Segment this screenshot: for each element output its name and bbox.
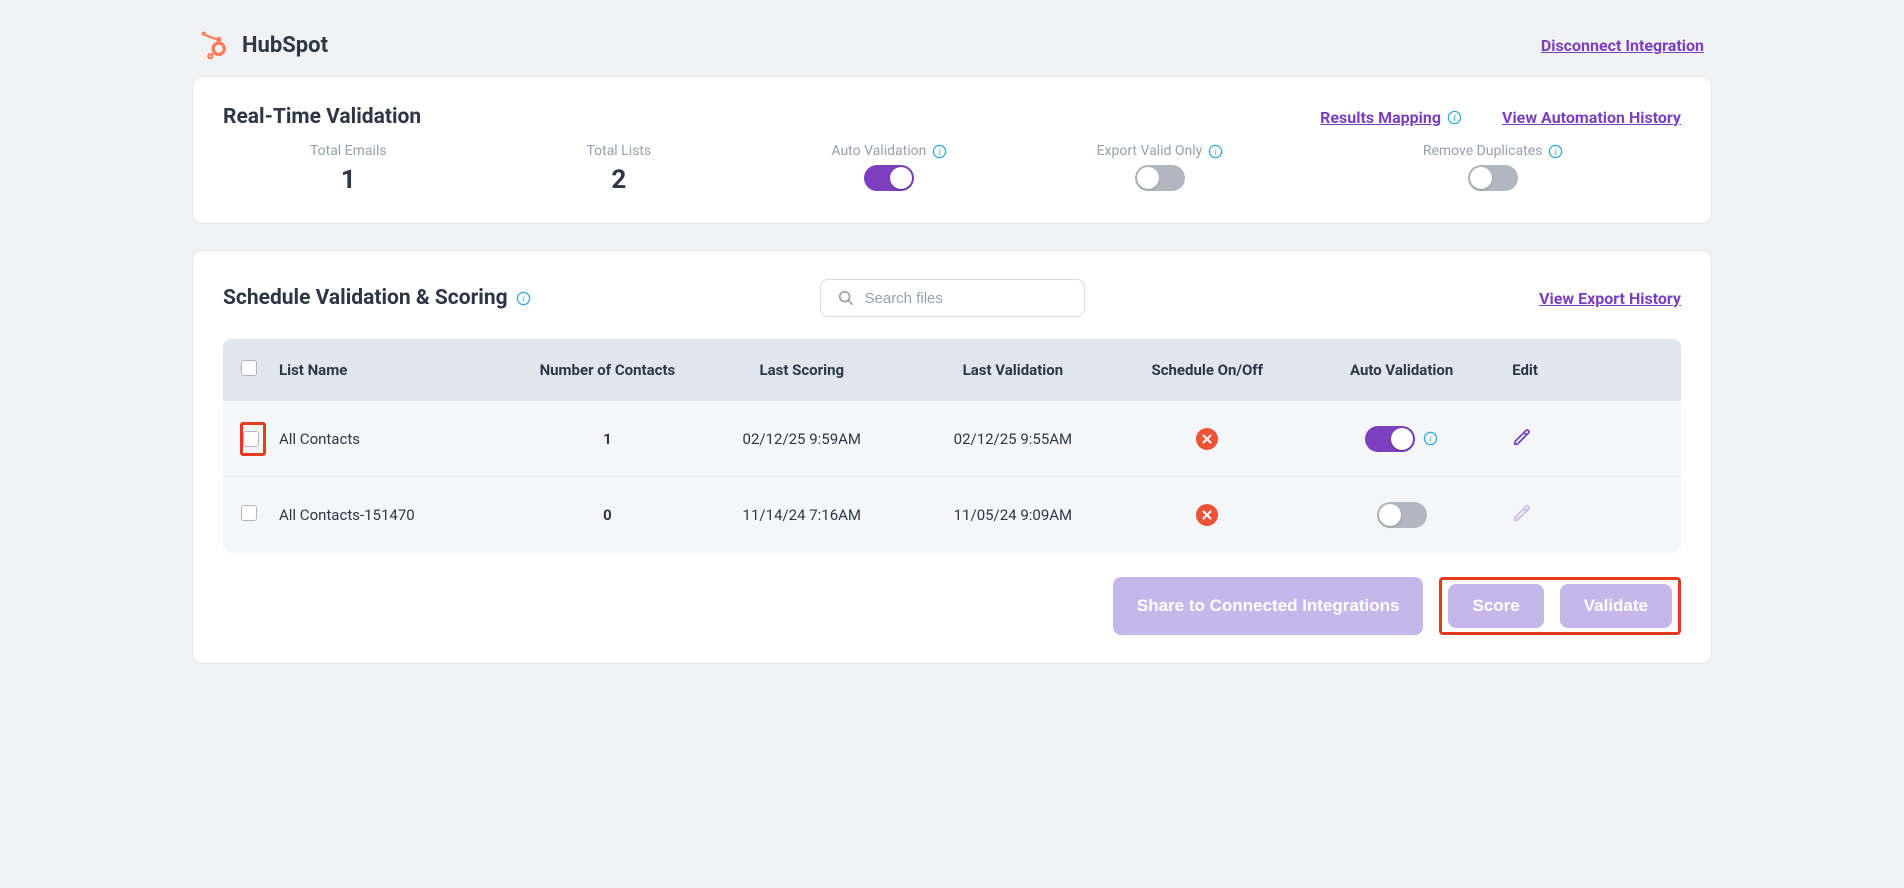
schedule-off-icon[interactable] (1196, 428, 1218, 450)
info-icon: i (1208, 144, 1223, 159)
total-emails-value: 1 (341, 165, 356, 195)
lists-table: List Name Number of Contacts Last Scorin… (223, 339, 1681, 553)
validate-button[interactable]: Validate (1560, 584, 1672, 628)
hubspot-icon (200, 30, 230, 60)
results-mapping-link[interactable]: Results Mapping i (1320, 108, 1462, 127)
edit-icon[interactable] (1512, 503, 1532, 523)
share-button[interactable]: Share to Connected Integrations (1113, 577, 1424, 635)
info-icon: i (1423, 431, 1438, 446)
results-mapping-label: Results Mapping (1320, 108, 1441, 127)
row-contacts: 0 (524, 506, 692, 524)
score-button[interactable]: Score (1448, 584, 1543, 628)
auto-validation-toggle[interactable] (864, 165, 914, 191)
remove-duplicates-toggle[interactable] (1468, 165, 1518, 191)
info-icon: i (1548, 144, 1563, 159)
row-last-scoring: 02/12/25 9:59AM (701, 430, 902, 448)
table-row: All Contacts 1 02/12/25 9:59AM 02/12/25 9:5… (223, 401, 1681, 477)
col-edit: Edit (1512, 361, 1663, 379)
brand-name: HubSpot (242, 33, 328, 58)
export-valid-toggle[interactable] (1135, 165, 1185, 191)
row-last-validation: 11/05/24 9:09AM (912, 506, 1113, 524)
col-auto-validation: Auto Validation (1301, 361, 1502, 379)
col-contacts: Number of Contacts (524, 361, 692, 379)
svg-text:i: i (1215, 146, 1218, 156)
realtime-title: Real-Time Validation (223, 105, 421, 129)
table-row: All Contacts-151470 0 11/14/24 7:16AM 11/05… (223, 477, 1681, 553)
disconnect-integration-link[interactable]: Disconnect Integration (1541, 36, 1704, 55)
row-checkbox[interactable] (243, 431, 259, 447)
search-files[interactable] (820, 279, 1085, 317)
col-schedule: Schedule On/Off (1123, 361, 1291, 379)
row-last-scoring: 11/14/24 7:16AM (701, 506, 902, 524)
svg-text:i: i (1453, 112, 1456, 122)
row-auto-validation-toggle[interactable] (1365, 426, 1415, 452)
view-automation-history-link[interactable]: View Automation History (1502, 108, 1681, 127)
row-auto-validation-toggle[interactable] (1377, 502, 1427, 528)
search-icon (837, 289, 855, 307)
export-valid-label: Export Valid Only (1097, 143, 1203, 159)
table-header: List Name Number of Contacts Last Scorin… (223, 339, 1681, 401)
brand: HubSpot (200, 30, 328, 60)
total-emails-stat: Total Emails 1 (223, 143, 474, 195)
info-icon: i (1447, 110, 1462, 125)
svg-text:i: i (1429, 434, 1432, 444)
remove-duplicates-stat: Remove Duplicates i (1305, 143, 1681, 195)
schedule-title: Schedule Validation & Scoring (223, 286, 508, 310)
total-lists-value: 2 (611, 165, 626, 195)
total-lists-label: Total Lists (586, 143, 651, 159)
remove-duplicates-label: Remove Duplicates (1423, 143, 1543, 159)
row-last-validation: 02/12/25 9:55AM (912, 430, 1113, 448)
svg-text:i: i (522, 293, 525, 303)
total-lists-stat: Total Lists 2 (494, 143, 745, 195)
view-export-history-link[interactable]: View Export History (1539, 289, 1681, 308)
score-validate-highlight: Score Validate (1439, 577, 1681, 635)
col-list-name: List Name (279, 361, 514, 379)
schedule-off-icon[interactable] (1196, 504, 1218, 526)
col-last-validation: Last Validation (912, 361, 1113, 379)
auto-validation-stat: Auto Validation i (764, 143, 1015, 195)
realtime-validation-card: Real-Time Validation Results Mapping i V… (192, 76, 1712, 224)
schedule-card: Schedule Validation & Scoring i View Exp… (192, 250, 1712, 664)
svg-text:i: i (1555, 146, 1558, 156)
row-contacts: 1 (524, 430, 692, 448)
col-last-scoring: Last Scoring (701, 361, 902, 379)
select-all-checkbox[interactable] (241, 360, 257, 376)
auto-validation-label: Auto Validation (831, 143, 926, 159)
export-valid-stat: Export Valid Only i (1035, 143, 1286, 195)
row-checkbox[interactable] (241, 505, 257, 521)
info-icon: i (516, 291, 531, 306)
edit-icon[interactable] (1512, 427, 1532, 447)
row-list-name: All Contacts (279, 430, 514, 448)
search-input[interactable] (865, 290, 1068, 307)
total-emails-label: Total Emails (310, 143, 387, 159)
info-icon: i (932, 144, 947, 159)
svg-text:i: i (939, 146, 942, 156)
row-list-name: All Contacts-151470 (279, 506, 514, 524)
